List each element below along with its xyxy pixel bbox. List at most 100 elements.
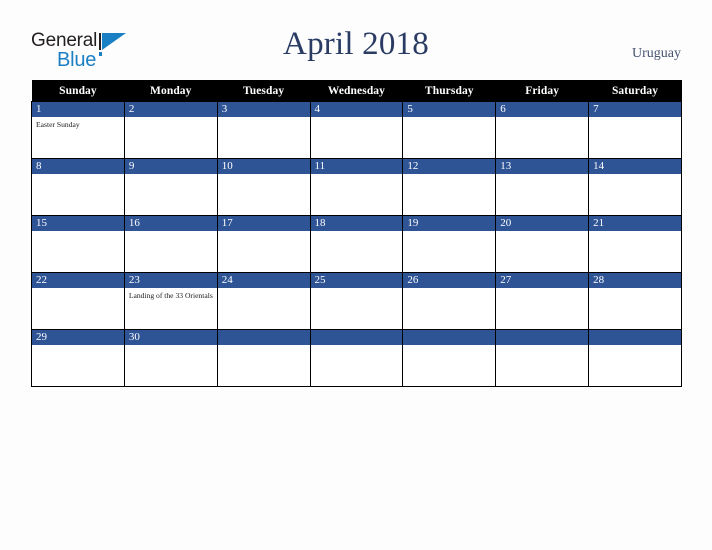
day-event-text (496, 174, 588, 177)
day-event-text (589, 174, 681, 177)
calendar-day-cell[interactable]: 6 (495, 101, 590, 159)
day-event-text (589, 117, 681, 120)
calendar-day-cell[interactable]: 21 (588, 215, 682, 273)
weekday-header-friday: Friday (495, 80, 589, 102)
day-event-text (125, 231, 217, 234)
calendar-week-row: 1 Easter Sunday 2 3 4 5 6 7 (31, 101, 682, 159)
calendar-day-cell[interactable]: 30 (123, 329, 218, 387)
day-number: 17 (217, 216, 310, 231)
day-event-text (403, 117, 495, 120)
calendar-day-cell[interactable]: 15 (31, 215, 125, 273)
calendar-day-cell[interactable]: 20 (495, 215, 590, 273)
calendar-day-cell[interactable]: 5 (402, 101, 497, 159)
day-event-text (125, 174, 217, 177)
day-event-text (589, 288, 681, 291)
day-event-text (218, 117, 310, 120)
day-number: 20 (496, 216, 589, 231)
country-label: Uruguay (632, 46, 681, 61)
calendar-day-cell[interactable]: 22 (31, 272, 125, 330)
calendar-day-cell[interactable]: 17 (216, 215, 311, 273)
calendar-week-row: 8 9 10 11 12 13 14 (31, 158, 682, 216)
calendar-day-cell[interactable] (588, 329, 682, 387)
calendar-day-cell[interactable]: 25 (309, 272, 404, 330)
day-number: 25 (310, 273, 403, 288)
calendar-day-cell[interactable]: 12 (402, 158, 497, 216)
day-number (310, 330, 403, 345)
day-number: 26 (403, 273, 496, 288)
day-number: 7 (589, 102, 681, 117)
calendar-day-cell[interactable]: 18 (309, 215, 404, 273)
day-number: 23 (124, 273, 217, 288)
day-event-text (496, 117, 588, 120)
calendar-body: 1 Easter Sunday 2 3 4 5 6 7 8 9 10 11 12 13 14 15 16 17 18… (31, 101, 682, 387)
calendar-day-cell[interactable]: 14 (588, 158, 682, 216)
day-number: 1 (32, 102, 124, 117)
calendar-day-cell[interactable] (309, 329, 404, 387)
day-number: 6 (496, 102, 589, 117)
calendar-day-cell[interactable]: 1 Easter Sunday (31, 101, 125, 159)
day-number: 18 (310, 216, 403, 231)
day-event-text (311, 288, 403, 291)
calendar-day-cell[interactable]: 27 (495, 272, 590, 330)
day-event-text: Easter Sunday (36, 120, 80, 129)
day-number: 19 (403, 216, 496, 231)
day-number: 30 (124, 330, 217, 345)
day-number: 12 (403, 159, 496, 174)
calendar-header-row: Sunday Monday Tuesday Wednesday Thursday… (31, 80, 682, 102)
calendar-day-cell[interactable] (216, 329, 311, 387)
day-number: 14 (589, 159, 681, 174)
day-number: 5 (403, 102, 496, 117)
day-event-text (125, 117, 217, 120)
calendar-day-cell[interactable]: 2 (123, 101, 218, 159)
day-number: 13 (496, 159, 589, 174)
day-event-text (218, 231, 310, 234)
day-number: 27 (496, 273, 589, 288)
calendar-day-cell[interactable]: 16 (123, 215, 218, 273)
day-event-text (403, 345, 495, 348)
day-event-text (311, 231, 403, 234)
calendar-grid: Sunday Monday Tuesday Wednesday Thursday… (31, 80, 682, 387)
day-number: 29 (32, 330, 124, 345)
calendar-day-cell[interactable] (402, 329, 497, 387)
day-event-text (218, 174, 310, 177)
calendar-week-row: 15 16 17 18 19 20 21 (31, 215, 682, 273)
day-number: 24 (217, 273, 310, 288)
calendar-day-cell[interactable]: 3 (216, 101, 311, 159)
day-event-text (32, 345, 124, 348)
day-number: 4 (310, 102, 403, 117)
day-event-text (218, 345, 310, 348)
weekday-header-wednesday: Wednesday (310, 80, 403, 102)
day-number (589, 330, 681, 345)
day-event-text (496, 231, 588, 234)
calendar-day-cell[interactable]: 24 (216, 272, 311, 330)
day-event-text (311, 345, 403, 348)
weekday-header-row: Sunday Monday Tuesday Wednesday Thursday… (31, 80, 682, 102)
calendar-day-cell[interactable]: 26 (402, 272, 497, 330)
day-event-text (32, 288, 124, 291)
calendar-day-cell[interactable]: 19 (402, 215, 497, 273)
day-event-text (218, 288, 310, 291)
day-number: 2 (124, 102, 217, 117)
page-title: April 2018 (283, 26, 429, 62)
day-event-text (32, 231, 124, 234)
calendar-day-cell[interactable]: 11 (309, 158, 404, 216)
day-event-text (403, 231, 495, 234)
day-event-text (311, 174, 403, 177)
calendar-day-cell[interactable]: 4 (309, 101, 404, 159)
calendar-day-cell[interactable]: 7 (588, 101, 682, 159)
calendar-day-cell[interactable]: 23 Landing of the 33 Orientals (123, 272, 218, 330)
day-event-text: Landing of the 33 Orientals (128, 291, 213, 300)
day-event-text (589, 345, 681, 348)
calendar-day-cell[interactable]: 28 (588, 272, 682, 330)
day-event-text (403, 288, 495, 291)
calendar-day-cell[interactable]: 13 (495, 158, 590, 216)
calendar-day-cell[interactable] (495, 329, 590, 387)
calendar-week-row: 29 30 (31, 329, 682, 387)
calendar-day-cell[interactable]: 8 (31, 158, 125, 216)
calendar-day-cell[interactable]: 10 (216, 158, 311, 216)
day-number: 28 (589, 273, 681, 288)
calendar-day-cell[interactable]: 9 (123, 158, 218, 216)
calendar-day-cell[interactable]: 29 (31, 329, 125, 387)
day-event-text (125, 345, 217, 348)
day-event-text (32, 174, 124, 177)
